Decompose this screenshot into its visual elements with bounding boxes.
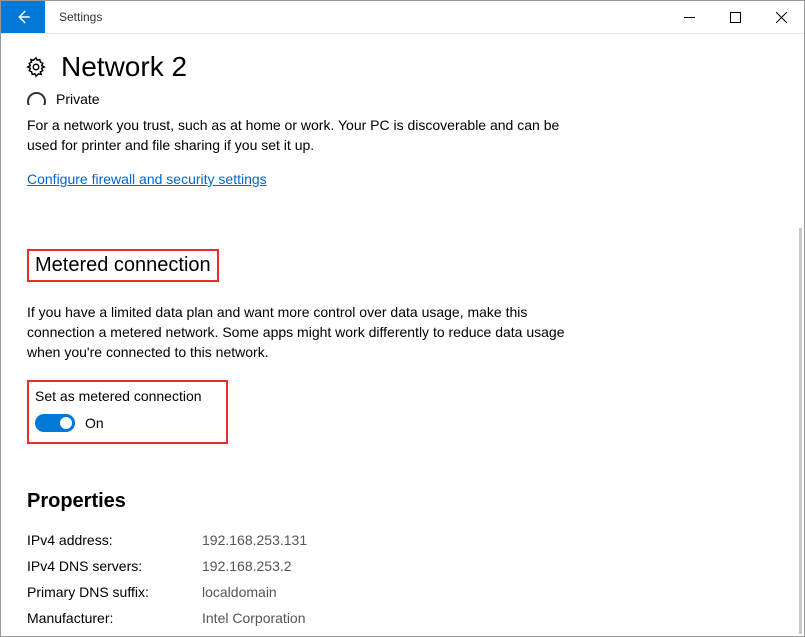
close-button[interactable] [758,1,804,33]
content-area: Network 2 Private For a network you trus… [1,33,804,636]
metered-description: If you have a limited data plan and want… [27,302,567,362]
metered-heading: Metered connection [27,249,219,282]
titlebar: Settings [1,1,804,34]
property-key: Primary DNS suffix: [27,579,202,605]
minimize-button[interactable] [666,1,712,33]
profile-private-label: Private [56,91,100,105]
property-key: IPv4 DNS servers: [27,553,202,579]
page-title: Network 2 [61,51,187,83]
property-row: Primary DNS suffix: localdomain [27,579,778,605]
property-key: IPv4 address: [27,527,202,553]
property-row: IPv4 DNS servers: 192.168.253.2 [27,553,778,579]
metered-toggle-state: On [85,415,104,431]
metered-toggle[interactable] [35,414,75,432]
maximize-button[interactable] [712,1,758,33]
profile-private-description: For a network you trust, such as at home… [27,115,567,155]
firewall-link[interactable]: Configure firewall and security settings [27,171,267,187]
page-header: Network 2 [25,51,778,83]
window-title: Settings [45,1,666,33]
property-row: Manufacturer: Intel Corporation [27,605,778,631]
metered-toggle-label: Set as metered connection [35,388,202,404]
metered-heading-wrap: Metered connection [27,249,778,282]
maximize-icon [730,12,741,23]
property-value: Intel Corporation [202,605,306,631]
metered-toggle-group: Set as metered connection On [27,380,228,444]
property-row: IPv4 address: 192.168.253.131 [27,527,778,553]
properties-grid: IPv4 address: 192.168.253.131 IPv4 DNS s… [27,527,778,631]
property-value: 192.168.253.2 [202,553,292,579]
radio-icon [27,92,46,106]
property-value: 192.168.253.131 [202,527,307,553]
property-value: localdomain [202,579,277,605]
gear-icon [25,56,47,78]
arrow-left-icon [14,8,32,26]
minimize-icon [684,12,695,23]
property-key: Manufacturer: [27,605,202,631]
properties-heading: Properties [27,490,778,513]
profile-private-row[interactable]: Private [27,89,778,105]
settings-window: Settings Network 2 P [0,0,805,637]
close-icon [776,12,787,23]
window-controls [666,1,804,33]
back-button[interactable] [1,1,45,33]
scrollbar[interactable] [799,228,802,634]
